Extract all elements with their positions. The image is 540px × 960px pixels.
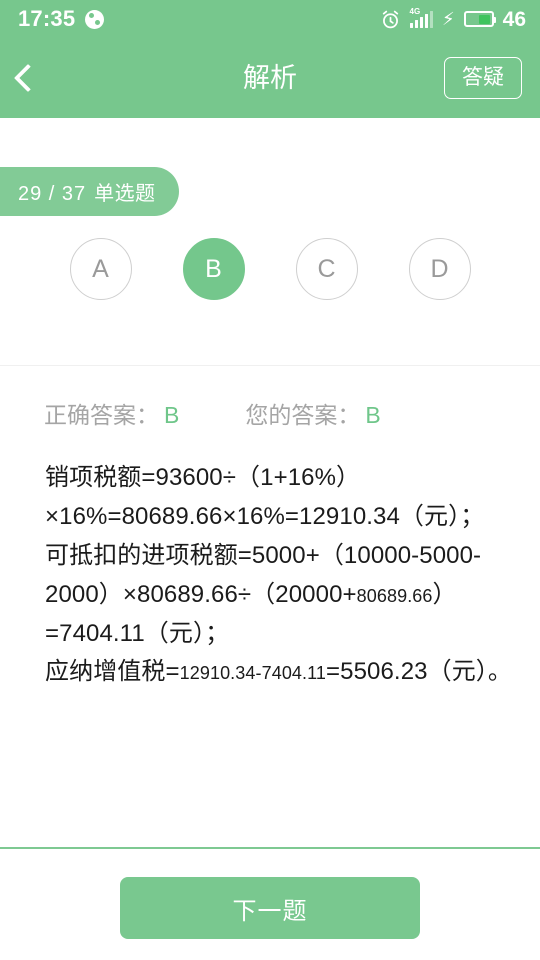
- status-bar-right: 4G ⚡ 46: [380, 7, 526, 31]
- answer-option-label: B: [205, 254, 222, 283]
- correct-answer-block: 正确答案： B: [44, 396, 179, 430]
- question-progress-text: 29 / 37: [18, 183, 87, 205]
- answer-option-b[interactable]: B: [182, 238, 245, 300]
- answer-option-a[interactable]: A: [69, 238, 132, 300]
- answer-option-c[interactable]: C: [295, 238, 358, 300]
- answer-options-row: A B C D: [0, 216, 540, 300]
- status-bar: 17:35 4G ⚡ 46: [0, 0, 540, 38]
- question-progress-badge: 29 / 37 单选题: [0, 167, 180, 216]
- nav-bar: 解析 答疑: [0, 38, 540, 118]
- explanation-segment: 销项税额=93600÷（1+16%）×16%=80689.66×16%=1291…: [45, 464, 485, 530]
- answer-option-label: D: [430, 254, 449, 283]
- next-question-button[interactable]: 下一题: [120, 877, 420, 939]
- battery-icon: [463, 11, 496, 27]
- explanation-segment: =5506.23（元）。: [326, 658, 513, 686]
- footer-bar: 下一题: [0, 847, 540, 960]
- answer-option-d[interactable]: D: [408, 238, 471, 300]
- network-type-label: 4G: [409, 7, 421, 16]
- circle-split-icon: [85, 9, 105, 29]
- your-answer-value: B: [365, 402, 381, 428]
- correct-answer-value: B: [164, 402, 180, 428]
- back-button[interactable]: [13, 50, 64, 106]
- your-answer-block: 您的答案： B: [245, 396, 380, 430]
- explanation-segment: 12910.34-7404.11: [179, 663, 327, 684]
- ask-question-button[interactable]: 答疑: [444, 56, 522, 100]
- correct-answer-label: 正确答案：: [44, 402, 159, 428]
- answer-summary-row: 正确答案： B 您的答案： B: [0, 366, 540, 430]
- lightning-bolt-icon: ⚡: [442, 9, 455, 29]
- question-type-text: 单选题: [94, 183, 156, 205]
- content-area: 29 / 37 单选题 A B C D 正确答案： B 您的答案： B 销项税额=936…: [0, 118, 540, 693]
- explanation-segment: 80689.66: [356, 585, 433, 606]
- status-time: 17:35: [18, 6, 76, 31]
- explanation-text: 销项税额=93600÷（1+16%）×16%=80689.66×16%=1291…: [0, 430, 540, 692]
- status-bar-left: 17:35: [18, 6, 105, 31]
- chevron-left-icon: [13, 63, 43, 93]
- signal-bars-icon: 4G: [409, 7, 433, 28]
- answer-option-label: C: [317, 254, 336, 283]
- alarm-clock-icon: [380, 9, 401, 30]
- explanation-segment: 应纳增值税=: [45, 658, 180, 686]
- answer-option-label: A: [92, 254, 109, 283]
- your-answer-label: 您的答案：: [245, 402, 361, 428]
- battery-percent-label: 46: [502, 7, 526, 31]
